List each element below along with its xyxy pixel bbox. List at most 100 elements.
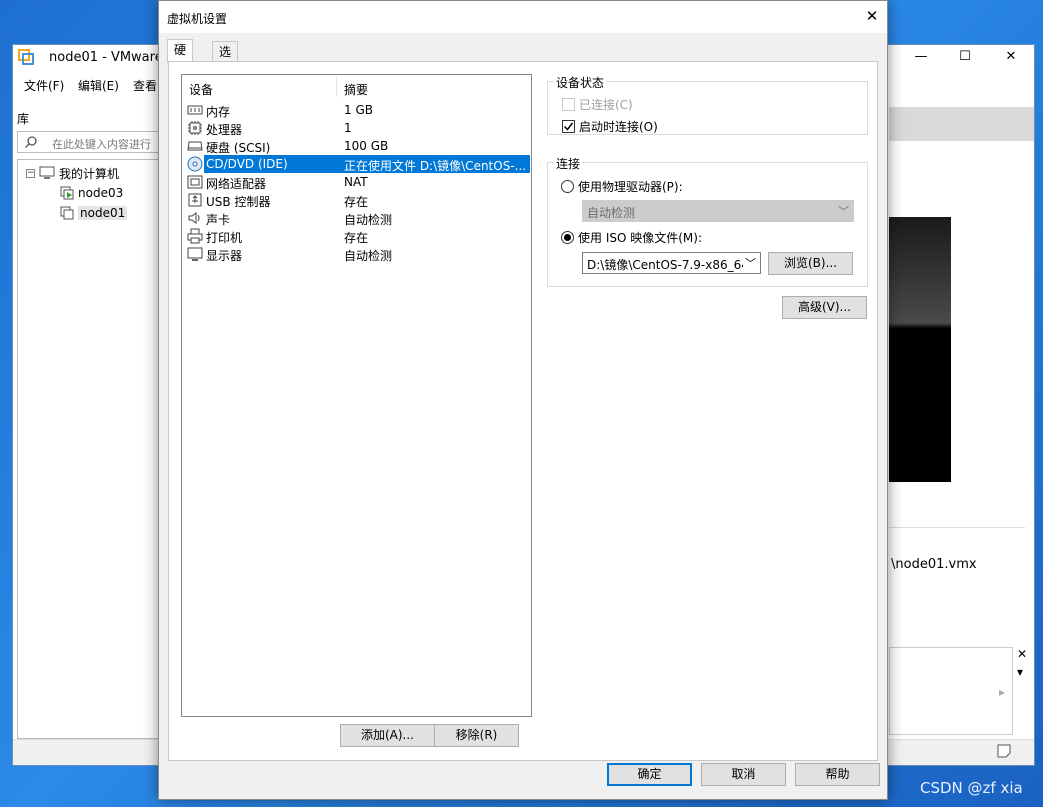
close-icon[interactable]: ✕ [1017,647,1027,661]
device-row[interactable]: 处理器 1 [182,119,531,137]
device-name: USB 控制器 [206,195,271,209]
connected-checkbox: 已连接(C) [562,96,633,113]
select-value: 自动检测 [587,206,636,220]
device-name: 内存 [206,105,231,119]
memory-icon [187,105,203,115]
vmx-path-text: \node01.vmx [891,557,977,572]
tab-hardware[interactable]: 硬件 [167,39,194,77]
radio-label: 使用 ISO 映像文件(M): [578,231,702,245]
menu-view[interactable]: 查看 [133,77,157,94]
minimize-button[interactable]: — [898,45,944,71]
device-summary: NAT [344,175,368,189]
notes-icon[interactable] [997,744,1011,758]
iso-image-radio[interactable]: 使用 ISO 映像文件(M): [561,229,702,246]
column-header-device[interactable]: 设备 [189,81,213,98]
device-row[interactable]: USB 控制器 存在 [182,191,531,209]
iso-path-combo[interactable]: D:\镜像\CentOS-7.9-x86_64 ﹀ [582,252,761,274]
vmware-logo-icon [18,49,34,65]
device-list[interactable]: 设备 摘要 内存 1 GB 处理器 1 硬盘 (SCSI) 100 GB CD/DVD (I… [181,74,532,717]
device-summary: 1 GB [344,103,373,117]
advanced-button[interactable]: 高级(V)... [782,296,867,319]
column-header-summary[interactable]: 摘要 [344,81,368,98]
device-status-group: 设备状态 已连接(C) 启动时连接(O) [547,74,868,135]
device-row[interactable]: 网络适配器 NAT [182,173,531,191]
physical-drive-select: 自动检测 ﹀ [582,200,854,222]
device-summary: 自动检测 [344,249,393,263]
search-icon [25,136,37,148]
chevron-down-icon[interactable]: ▾ [1017,665,1023,679]
device-name: CD/DVD (IDE) [206,157,288,171]
device-row[interactable]: CD/DVD (IDE) 正在使用文件 D:\镜像\CentOS-... [182,155,531,173]
device-name: 声卡 [206,213,231,227]
ok-button[interactable]: 确定 [607,763,692,786]
device-row[interactable]: 硬盘 (SCSI) 100 GB [182,137,531,155]
tree-item-my-computer[interactable]: − 我的计算机 [26,164,119,182]
checkbox-box[interactable] [562,120,575,133]
remove-button[interactable]: 移除(R) [434,724,519,747]
tree-item-node01[interactable]: node01 [60,204,128,222]
vm-settings-dialog: 虚拟机设置 ✕ 硬件 选项 设备 摘要 内存 1 GB 处理器 1 硬盘 (SCSI) 1… [158,0,888,800]
library-tree: − 我的计算机 node03 node01 [17,159,163,739]
device-row[interactable]: 打印机 存在 [182,227,531,245]
connection-group: 连接 使用物理驱动器(P): 自动检测 ﹀ 使用 ISO 映像文件(M): D:… [547,155,868,287]
device-summary: 100 GB [344,139,389,153]
radio-circle[interactable] [561,180,574,193]
library-search-input[interactable]: 在此处键入内容进行 [17,131,163,153]
radio-circle[interactable] [561,231,574,244]
chevron-down-icon: ﹀ [838,205,849,218]
device-name: 显示器 [206,249,243,263]
close-window-button[interactable]: ✕ [988,45,1034,71]
csdn-watermark: CSDN @zf xia [920,779,1023,797]
add-button[interactable]: 添加(A)... [340,724,435,747]
cancel-button[interactable]: 取消 [701,763,786,786]
device-summary: 正在使用文件 D:\镜像\CentOS-... [344,159,527,173]
device-row[interactable]: 内存 1 GB [182,101,531,119]
device-row[interactable]: 显示器 自动检测 [182,245,531,263]
notes-area[interactable] [889,647,1013,735]
device-summary: 自动检测 [344,213,393,227]
connect-at-power-on-checkbox[interactable]: 启动时连接(O) [562,118,658,135]
cpu-icon [188,121,202,135]
menu-edit[interactable]: 编辑(E) [78,77,119,94]
device-summary: 存在 [344,231,369,245]
device-name: 网络适配器 [206,177,267,191]
sound-card-icon [188,212,200,224]
tree-item-node03[interactable]: node03 [60,184,123,202]
browse-button[interactable]: 浏览(B)... [768,252,853,275]
usb-icon [188,193,202,207]
tree-item-label: 我的计算机 [59,166,120,181]
iso-path-value: D:\镜像\CentOS-7.9-x86_64 [587,258,743,272]
collapse-icon[interactable]: − [26,168,35,178]
printer-icon [187,228,203,244]
vmware-window-title: node01 - VMware V [49,50,176,65]
maximize-button[interactable]: ☐ [942,45,988,71]
device-summary: 存在 [344,195,369,209]
vm-tab-header [889,107,1034,141]
device-list-header: 设备 摘要 [182,75,531,99]
device-name: 处理器 [206,123,243,137]
library-label: 库 [17,112,30,126]
checkbox-label: 已连接(C) [579,98,633,112]
cd-dvd-icon [187,156,203,172]
device-row[interactable]: 声卡 自动检测 [182,209,531,227]
tab-options[interactable]: 选项 [212,41,239,79]
check-mark-icon [563,122,574,131]
column-separator[interactable] [336,77,337,97]
chevron-right-icon[interactable]: ▸ [999,685,1005,699]
checkbox-box [562,98,575,111]
menu-file[interactable]: 文件(F) [24,77,64,94]
search-placeholder: 在此处键入内容进行 [52,138,151,151]
radio-label: 使用物理驱动器(P): [578,180,683,194]
vm-icon [60,206,74,220]
computer-icon [39,166,55,179]
monitor-icon [187,247,203,261]
device-status-title: 设备状态 [554,74,607,91]
chevron-down-icon[interactable]: ﹀ [745,255,756,271]
close-icon[interactable]: ✕ [857,1,887,31]
physical-drive-radio[interactable]: 使用物理驱动器(P): [561,178,683,195]
device-summary: 1 [344,121,352,135]
help-button[interactable]: 帮助 [795,763,880,786]
vm-screen-preview[interactable] [889,217,951,482]
divider [889,527,1025,528]
device-name: 打印机 [206,231,243,245]
